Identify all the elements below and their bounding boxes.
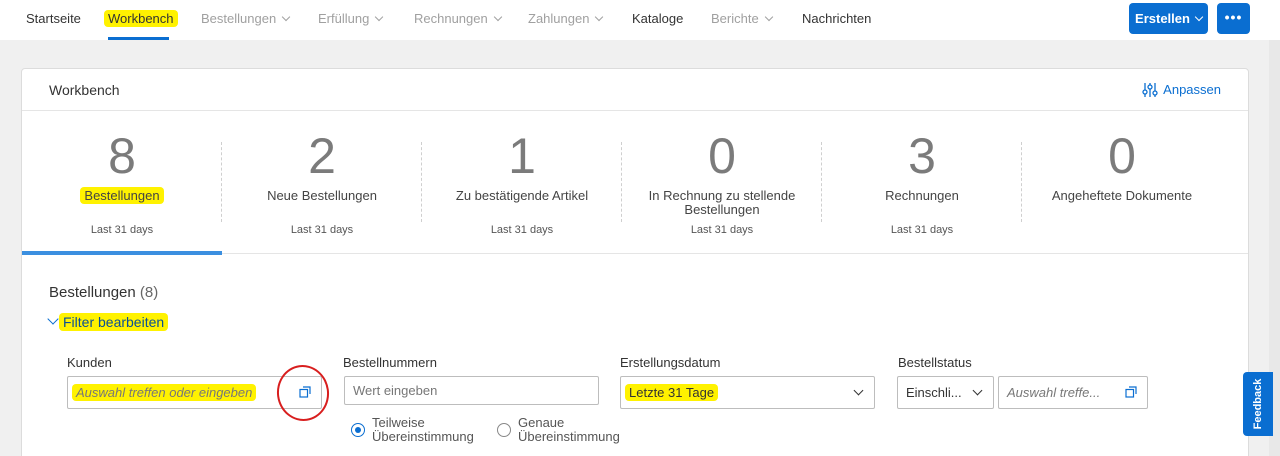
nav-berichte[interactable]: Berichte (711, 11, 773, 26)
tile-label: Angeheftete Dokumente (1051, 188, 1193, 203)
nav-startseite[interactable]: Startseite (26, 11, 81, 26)
feedback-button[interactable]: Feedback (1243, 372, 1273, 436)
nav-workbench[interactable]: Workbench (104, 10, 178, 27)
tile-label-text: Bestellungen (80, 187, 164, 204)
nav-label: Workbench (104, 10, 178, 27)
nav-label: Erfüllung (318, 11, 370, 26)
tile-active-indicator (22, 251, 222, 255)
tile-period: Last 31 days (290, 224, 354, 236)
tile-period: Last 31 days (90, 224, 154, 236)
create-button[interactable]: Erstellen (1129, 3, 1208, 34)
tile-label: Bestellungen (42, 187, 202, 204)
nav-zahlungen[interactable]: Zahlungen (528, 11, 604, 26)
creation-date-label: Erstellungsdatum (620, 355, 721, 370)
nav-label: Zahlungen (528, 11, 590, 26)
chevron-down-icon (375, 12, 384, 22)
customize-link[interactable]: Anpassen (1141, 82, 1221, 98)
section-title-text: Bestellungen (49, 284, 136, 301)
order-status-operator-value: Einschli... (906, 385, 962, 400)
nav-kataloge[interactable]: Kataloge (632, 11, 683, 26)
more-button[interactable]: ••• (1217, 3, 1250, 34)
chevron-down-icon (764, 12, 773, 22)
card-header: Workbench Anpassen (22, 69, 1248, 111)
nav-label: Nachrichten (802, 11, 872, 26)
tile-angeheftete-dokumente[interactable]: 0 Angeheftete Dokumente (1022, 112, 1222, 254)
nav-label: Kataloge (632, 11, 684, 26)
feedback-label: Feedback (1252, 378, 1264, 430)
tile-value: 3 (908, 128, 936, 184)
top-navigation: Startseite Workbench Bestellungen Erfüll… (0, 0, 1280, 40)
creation-date-value: Letzte 31 Tage (625, 384, 719, 401)
tile-label: In Rechnung zu stellende Bestellungen (648, 188, 796, 217)
order-status-placeholder: Auswahl treffe... (1007, 385, 1101, 400)
tile-period: Last 31 days (890, 224, 954, 236)
filter-toggle[interactable]: Filter bearbeiten (47, 313, 169, 331)
tile-in-rechnung-zu-stellen[interactable]: 0 In Rechnung zu stellende Bestellungen … (622, 112, 822, 254)
tile-label: Zu bestätigende Artikel (455, 188, 589, 203)
nav-active-indicator (108, 37, 169, 40)
workbench-card: Workbench Anpassen 8 Bestellungen Last 3… (21, 68, 1249, 456)
filter-toggle-label: Filter bearbeiten (59, 313, 169, 331)
order-status-label: Bestellstatus (898, 355, 972, 370)
radio-button[interactable] (351, 423, 365, 437)
customize-label: Anpassen (1163, 82, 1221, 97)
order-status-operator-select[interactable]: Einschli... (897, 376, 994, 409)
match-partial-label: Teilweise Übereinstimmung (372, 415, 474, 444)
nav-label: Bestellungen (201, 11, 277, 26)
tile-label: Neue Bestellungen (267, 188, 377, 203)
more-icon: ••• (1224, 9, 1243, 25)
tile-value: 0 (708, 128, 736, 184)
order-status-input[interactable]: Auswahl treffe... (998, 376, 1148, 409)
chevron-down-icon (595, 12, 604, 22)
section-count: (8) (139, 284, 159, 301)
tile-period: Last 31 days (490, 224, 554, 236)
nav-label: Startseite (26, 11, 81, 26)
tile-bestellungen[interactable]: 8 Bestellungen Last 31 days (22, 112, 222, 255)
nav-bestellungen[interactable]: Bestellungen (201, 11, 291, 26)
section-title: Bestellungen (8) (49, 284, 158, 301)
create-label: Erstellen (1135, 11, 1190, 26)
chevron-down-icon (281, 12, 291, 22)
kpi-tiles: 8 Bestellungen Last 31 days 2 Neue Beste… (22, 112, 1248, 255)
tile-value: 1 (508, 128, 536, 184)
radio-button[interactable] (497, 423, 511, 437)
nav-erfuellung[interactable]: Erfüllung (318, 11, 384, 26)
nav-rechnungen[interactable]: Rechnungen (414, 11, 502, 26)
order-numbers-input[interactable]: Wert eingeben (344, 376, 599, 405)
tile-label: Rechnungen (885, 188, 959, 203)
nav-label: Rechnungen (414, 11, 488, 26)
tile-zu-bestaetigende-artikel[interactable]: 1 Zu bestätigende Artikel Last 31 days (422, 112, 622, 254)
match-exact-label: Genaue Übereinstimmung (518, 415, 620, 444)
tile-rechnungen[interactable]: 3 Rechnungen Last 31 days (822, 112, 1022, 254)
tile-neue-bestellungen[interactable]: 2 Neue Bestellungen Last 31 days (222, 112, 422, 254)
chevron-down-icon (1194, 12, 1204, 22)
customers-label: Kunden (67, 355, 112, 370)
tile-value: 8 (108, 128, 136, 184)
chevron-down-icon (493, 12, 502, 22)
chevron-down-icon (853, 385, 864, 396)
card-title: Workbench (49, 82, 120, 98)
tile-value: 0 (1108, 128, 1136, 184)
chevron-down-icon (47, 313, 59, 325)
sliders-icon (1142, 83, 1158, 97)
order-numbers-label: Bestellnummern (343, 355, 437, 370)
tile-value: 2 (308, 128, 336, 184)
value-help-icon[interactable] (1125, 386, 1137, 398)
nav-nachrichten[interactable]: Nachrichten (802, 11, 871, 26)
chevron-down-icon (972, 385, 983, 396)
customers-placeholder: Auswahl treffen oder eingeben (72, 384, 257, 401)
nav-label: Berichte (711, 11, 759, 26)
tile-period: Last 31 days (690, 224, 754, 236)
creation-date-select[interactable]: Letzte 31 Tage (620, 376, 875, 409)
